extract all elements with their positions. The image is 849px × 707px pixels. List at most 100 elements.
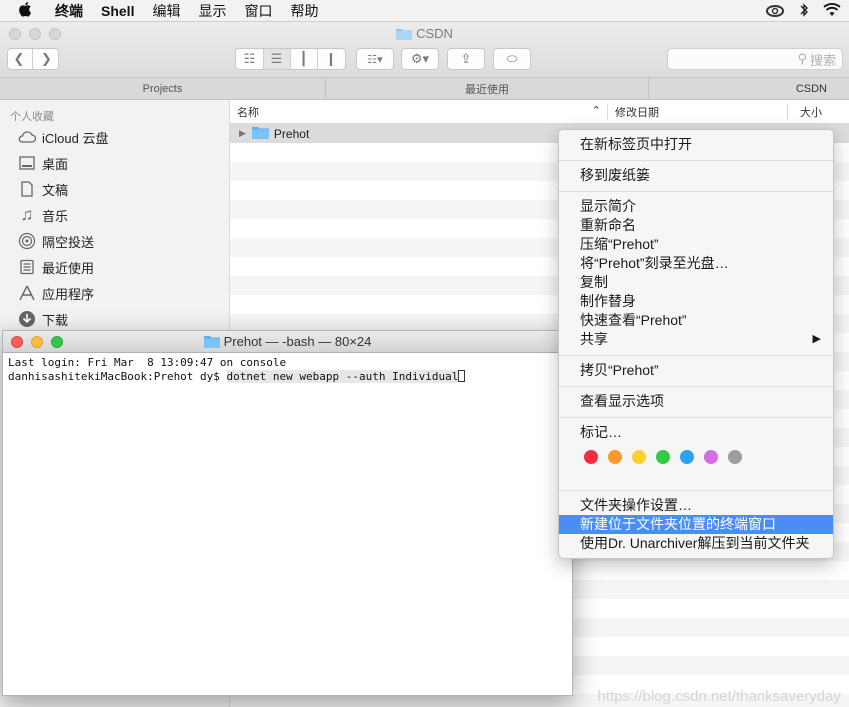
context-menu: 在新标签页中打开 移到废纸篓 显示简介 重新命名 压缩“Prehot” 将“Pr…: [558, 129, 834, 559]
tab-csdn[interactable]: CSDN: [649, 78, 849, 100]
sidebar-item-music[interactable]: ♫ 音乐: [0, 202, 229, 228]
menu-item-duplicate[interactable]: 复制: [559, 273, 833, 292]
tag-yellow-dot[interactable]: [632, 450, 646, 464]
airdrop-icon: [17, 232, 37, 250]
sidebar-item-desktop[interactable]: 桌面: [0, 150, 229, 176]
desktop-icon: [17, 154, 37, 172]
menu-item-compress[interactable]: 压缩“Prehot”: [559, 235, 833, 254]
column-header-size[interactable]: 大小: [787, 103, 849, 120]
folder-icon: [251, 126, 269, 142]
watermark-text: https://blog.csdn.net/thanksaveryday: [597, 688, 841, 705]
tag-red-dot[interactable]: [584, 450, 598, 464]
terminal-command: dotnet new webapp --auth Individual: [226, 370, 459, 383]
group-icon: ☷▾: [367, 53, 383, 66]
search-field[interactable]: ⚲ 搜索: [667, 48, 843, 70]
menu-item-open-in-new-tab[interactable]: 在新标签页中打开: [559, 135, 833, 154]
menu-item-copy[interactable]: 拷贝“Prehot”: [559, 361, 833, 380]
menu-item-rename[interactable]: 重新命名: [559, 216, 833, 235]
folder-icon: [203, 335, 220, 351]
menu-separator: [559, 160, 833, 161]
sidebar-item-label: 下载: [42, 312, 69, 328]
menu-separator: [559, 490, 833, 491]
menu-item-burn-to-disc[interactable]: 将“Prehot”刻录至光盘…: [559, 254, 833, 273]
column-header-modified[interactable]: 修改日期: [607, 103, 787, 120]
menu-terminal[interactable]: 终端: [46, 1, 92, 21]
sidebar-item-recents[interactable]: 最近使用: [0, 254, 229, 280]
gear-icon: ⚙▾: [410, 51, 430, 66]
back-forward-buttons: ❮ ❯: [7, 48, 59, 70]
music-icon: ♫: [20, 205, 34, 224]
group-by-button[interactable]: ☷▾: [356, 48, 394, 70]
tag-blue-dot[interactable]: [680, 450, 694, 464]
terminal-titlebar: Prehot — -bash — 80×24: [3, 331, 572, 353]
tag-green-dot[interactable]: [656, 450, 670, 464]
sidebar-item-label: 音乐: [42, 208, 69, 224]
sidebar-item-downloads[interactable]: 下载: [0, 306, 229, 332]
search-placeholder: 搜索: [809, 52, 836, 68]
sidebar-item-airdrop[interactable]: 隔空投送: [0, 228, 229, 254]
download-icon: [17, 310, 37, 328]
menu-item-share-label: 共享: [580, 331, 608, 347]
sidebar-item-icloud[interactable]: iCloud 云盘: [0, 124, 229, 150]
menu-item-folder-actions-setup[interactable]: 文件夹操作设置…: [559, 496, 833, 515]
action-button[interactable]: ⚙▾: [401, 48, 439, 70]
share-button[interactable]: ⇪: [447, 48, 485, 70]
bluetooth-icon[interactable]: [799, 2, 809, 21]
tag-icon: ⬭: [506, 51, 518, 66]
tag-purple-dot[interactable]: [704, 450, 718, 464]
menu-bar: 终端 Shell 编辑 显示 窗口 帮助: [0, 0, 849, 22]
menu-item-tags[interactable]: 标记…: [559, 423, 833, 442]
tag-button[interactable]: ⬭: [493, 48, 531, 70]
column-header-name[interactable]: 名称 ⌃: [230, 104, 607, 120]
terminal-title: Prehot — -bash — 80×24: [223, 334, 372, 349]
terminal-content[interactable]: Last login: Fri Mar 8 13:09:47 on consol…: [3, 353, 572, 387]
terminal-prompt: danhisashitekiMacBook:Prehot dy$: [8, 370, 227, 383]
menu-spacer: [559, 468, 833, 484]
tab-projects[interactable]: Projects: [0, 78, 326, 100]
menu-item-new-terminal-at-folder[interactable]: 新建位于文件夹位置的终端窗口: [559, 515, 833, 534]
applications-icon: [17, 284, 37, 302]
sidebar-item-label: 文稿: [42, 182, 69, 198]
back-button[interactable]: ❮: [6, 49, 33, 69]
icon-view-icon[interactable]: ☷: [237, 49, 264, 69]
sidebar-item-label: 应用程序: [42, 286, 95, 302]
menu-item-unarchive-here[interactable]: 使用Dr. Unarchiver解压到当前文件夹: [559, 534, 833, 553]
tag-gray-dot[interactable]: [728, 450, 742, 464]
cloud-icon: [17, 128, 37, 146]
menu-item-quick-look[interactable]: 快速查看“Prehot”: [559, 311, 833, 330]
sidebar-item-label: iCloud 云盘: [42, 130, 109, 146]
sidebar-item-documents[interactable]: 文稿: [0, 176, 229, 202]
apple-menu-icon[interactable]: [0, 1, 46, 20]
menu-item-share[interactable]: 共享 ▶: [559, 330, 833, 349]
forward-button[interactable]: ❯: [33, 49, 60, 69]
menu-item-make-alias[interactable]: 制作替身: [559, 292, 833, 311]
document-icon: [17, 180, 37, 198]
tag-orange-dot[interactable]: [608, 450, 622, 464]
menu-view[interactable]: 显示: [189, 1, 235, 21]
menu-item-get-info[interactable]: 显示简介: [559, 197, 833, 216]
list-view-icon[interactable]: ☰: [263, 49, 291, 69]
menu-edit[interactable]: 编辑: [143, 1, 189, 21]
tab-bar: Projects 最近使用 CSDN: [0, 78, 849, 100]
view-mode-segment: ☷ ☰ ┃ ❙: [235, 48, 346, 70]
menu-separator: [559, 386, 833, 387]
window-title: CSDN: [416, 26, 453, 41]
menu-help[interactable]: 帮助: [281, 1, 327, 21]
disclosure-triangle-icon[interactable]: ▶: [239, 128, 246, 139]
sidebar-item-applications[interactable]: 应用程序: [0, 280, 229, 306]
menu-separator: [559, 355, 833, 356]
menu-separator: [559, 417, 833, 418]
submenu-arrow-icon: ▶: [812, 333, 821, 345]
folder-icon: [396, 27, 413, 43]
creative-cloud-icon[interactable]: [765, 3, 785, 20]
tab-recents[interactable]: 最近使用: [326, 78, 649, 100]
tag-color-row: [559, 446, 833, 468]
gallery-view-icon[interactable]: ❙: [318, 49, 345, 69]
menu-window[interactable]: 窗口: [235, 1, 281, 21]
menu-item-move-to-trash[interactable]: 移到废纸篓: [559, 166, 833, 185]
menu-shell[interactable]: Shell: [92, 3, 143, 19]
column-view-icon[interactable]: ┃: [291, 49, 318, 69]
sidebar-item-label: 桌面: [42, 156, 69, 172]
wifi-icon[interactable]: [823, 2, 841, 20]
menu-item-show-view-options[interactable]: 查看显示选项: [559, 392, 833, 411]
